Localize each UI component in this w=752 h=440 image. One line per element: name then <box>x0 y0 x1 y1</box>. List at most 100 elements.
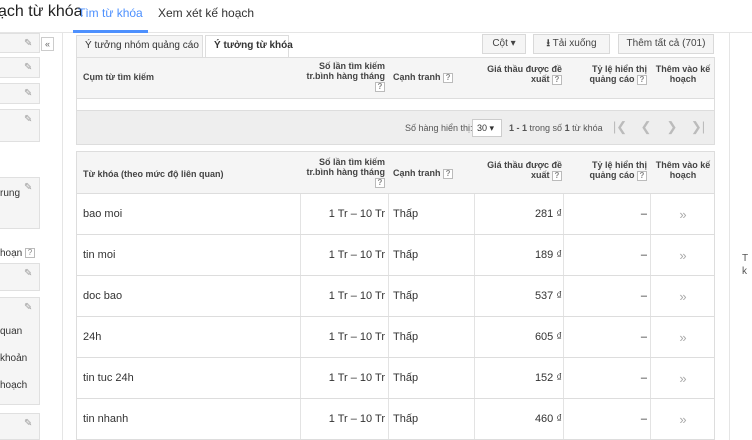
keyword-cell: tin moi <box>83 249 116 261</box>
add-to-plan-icon[interactable]: » <box>653 399 713 439</box>
range-start-end: 1 - 1 <box>509 123 528 133</box>
col-header-volume[interactable]: Số lần tìm kiếm tr.bình hàng tháng ? <box>305 61 385 92</box>
sidebar-box-6[interactable]: ✎ <box>0 263 40 291</box>
collapse-sidebar-button[interactable]: « <box>41 37 54 51</box>
col-header-bid[interactable]: Giá thầu được đề xuất ? <box>479 64 562 85</box>
sidebar-box-7[interactable]: ✎ quan khoản hoạch <box>0 297 40 405</box>
table-row: tin nhanh 1 Tr – 10 Tr Thấp 460 ₫ – » <box>76 399 715 440</box>
sidebar-box-5[interactable]: ✎ rung <box>0 177 40 229</box>
pencil-icon[interactable]: ✎ <box>24 39 34 49</box>
col-header-bid[interactable]: Giá thầu được đề xuất ? <box>479 160 562 181</box>
sidebar-box-1[interactable]: ✎ <box>0 33 40 53</box>
sidebar-label-hoan: hoạn <box>0 248 23 259</box>
pencil-icon[interactable]: ✎ <box>24 303 34 313</box>
add-to-plan-icon[interactable]: » <box>653 194 713 234</box>
keyword-cell: doc bao <box>83 290 123 302</box>
volume-cell: 1 Tr – 10 Tr <box>328 331 385 343</box>
competition-cell: Thấp <box>393 413 419 425</box>
bid-cell: 189 ₫ <box>534 249 562 261</box>
help-icon[interactable]: ? <box>552 170 562 181</box>
add-to-plan-icon[interactable]: » <box>653 235 713 275</box>
sidebar-text-hoan: hoạn ? <box>0 248 36 259</box>
help-icon[interactable]: ? <box>375 177 385 188</box>
next-page-icon[interactable]: ❯ <box>663 119 681 137</box>
bid-cell: 605 ₫ <box>534 331 562 343</box>
col-header-bid-label: Giá thầu được đề xuất <box>487 64 562 84</box>
col-header-competition-label: Cạnh tranh <box>393 168 441 178</box>
help-icon[interactable]: ? <box>637 170 647 181</box>
keyword-cell: 24h <box>83 331 102 343</box>
share-cell: – <box>640 372 647 384</box>
tab-ad-group-ideas[interactable]: Ý tưởng nhóm quảng cáo <box>76 35 203 57</box>
add-to-plan-icon[interactable]: » <box>653 276 713 316</box>
app-title: ạch từ khóa <box>0 3 83 20</box>
right-panel-text: k <box>742 266 747 277</box>
pencil-icon[interactable]: ✎ <box>24 183 34 193</box>
pencil-icon[interactable]: ✎ <box>24 115 34 125</box>
col-header-share[interactable]: Tỷ lệ hiển thị quảng cáo ? <box>570 160 647 181</box>
keyword-cell: bao moi <box>83 208 123 220</box>
pencil-icon[interactable]: ✎ <box>24 89 34 99</box>
volume-cell: 1 Tr – 10 Tr <box>328 413 385 425</box>
col-header-add[interactable]: Thêm vào kế hoạch <box>653 160 713 180</box>
pencil-icon[interactable]: ✎ <box>24 269 34 279</box>
help-icon[interactable]: ? <box>552 74 562 85</box>
add-all-button[interactable]: Thêm tất cả (701) <box>618 34 714 54</box>
rows-per-page-select[interactable]: 30 ▾ <box>472 119 502 137</box>
help-icon[interactable]: ? <box>443 72 454 83</box>
pagination-bar: Số hàng hiển thị: 30 ▾ 1 - 1 trong số 1 … <box>76 111 715 145</box>
competition-cell: Thấp <box>393 249 419 261</box>
col-header-competition-label: Cạnh tranh <box>393 72 441 82</box>
bid-cell: 537 ₫ <box>534 290 562 302</box>
tab-keyword-ideas[interactable]: Ý tưởng từ khóa <box>205 35 293 58</box>
rows-shown-label: Số hàng hiển thị: <box>405 123 473 133</box>
col-header-volume[interactable]: Số lần tìm kiếm tr.bình hàng tháng ? <box>305 157 385 188</box>
sidebar-box-2[interactable]: ✎ <box>0 57 40 78</box>
table-row: bao moi 1 Tr – 10 Tr Thấp 281 ₫ – » <box>76 194 715 235</box>
keyword-cell: tin nhanh <box>83 413 129 425</box>
share-cell: – <box>640 208 647 220</box>
col-header-add[interactable]: Thêm vào kế hoạch <box>653 64 713 84</box>
help-icon[interactable]: ? <box>25 248 36 259</box>
share-cell: – <box>640 331 647 343</box>
columns-button[interactable]: Cột ▾ <box>482 34 526 54</box>
competition-cell: Thấp <box>393 372 419 384</box>
main-panel: Ý tưởng nhóm quảng cáo Ý tưởng từ khóa C… <box>62 33 730 440</box>
help-icon[interactable]: ? <box>637 74 647 85</box>
tab-review-plan[interactable]: Xem xét kế hoạch <box>158 6 254 33</box>
pencil-icon[interactable]: ✎ <box>24 419 34 429</box>
keyword-table-header: Từ khóa (theo mức độ liên quan) Số lần t… <box>76 151 715 194</box>
sidebar-text-quan: quan <box>0 326 23 337</box>
competition-cell: Thấp <box>393 290 419 302</box>
sidebar-box-3[interactable]: ✎ <box>0 83 40 104</box>
range-unit: từ khóa <box>572 123 603 133</box>
first-page-icon[interactable]: |❮ <box>611 119 629 137</box>
add-to-plan-icon[interactable]: » <box>653 317 713 357</box>
col-header-competition[interactable]: Cạnh tranh ? <box>393 72 454 83</box>
sidebar-box-4[interactable]: ✎ <box>0 109 40 142</box>
range-of-label: trong số <box>529 123 563 133</box>
download-button[interactable]: ⭳ Tải xuống <box>533 34 610 54</box>
sidebar: ✎ « ✎ ✎ ✎ ✎ rung hoạn ? ✎ ✎ quan khoản h… <box>0 33 62 440</box>
share-cell: – <box>640 413 647 425</box>
tab-keyword-search[interactable]: Tìm từ khóa <box>73 6 148 33</box>
help-icon[interactable]: ? <box>375 81 385 92</box>
sidebar-box-8[interactable]: ✎ <box>0 413 40 440</box>
col-header-term[interactable]: Cụm từ tìm kiếm <box>83 72 154 82</box>
last-page-icon[interactable]: ❯| <box>689 119 707 137</box>
download-label: Tải xuống <box>552 38 597 49</box>
add-to-plan-icon[interactable]: » <box>653 358 713 398</box>
col-header-volume-label: Số lần tìm kiếm tr.bình hàng tháng <box>306 157 386 177</box>
rows-per-page-value: 30 <box>477 123 488 133</box>
pencil-icon[interactable]: ✎ <box>24 63 34 73</box>
prev-page-icon[interactable]: ❮ <box>637 119 655 137</box>
col-header-competition[interactable]: Cạnh tranh ? <box>393 168 454 179</box>
top-nav: ạch từ khóa Tìm từ khóa Xem xét kế hoạch <box>0 0 752 33</box>
bid-cell: 281 ₫ <box>534 208 562 220</box>
col-header-share[interactable]: Tỷ lệ hiển thị quảng cáo ? <box>570 64 647 85</box>
columns-label: Cột <box>492 38 508 49</box>
chevron-down-icon: ▾ <box>489 123 495 133</box>
help-icon[interactable]: ? <box>443 168 454 179</box>
col-header-keyword[interactable]: Từ khóa (theo mức độ liên quan) <box>83 169 224 179</box>
keyword-cell: tin tuc 24h <box>83 372 134 384</box>
